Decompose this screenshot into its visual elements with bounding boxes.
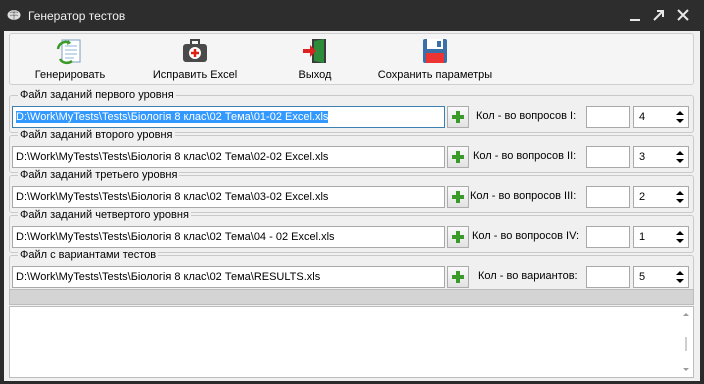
level-2-extra-field[interactable] — [586, 146, 630, 168]
exit-door-icon — [301, 37, 329, 65]
group-caption: Файл заданий четвертого уровня — [18, 209, 191, 221]
fix-excel-button[interactable]: Исправить Excel — [145, 34, 245, 86]
maximize-button[interactable] — [648, 5, 670, 25]
group-caption: Файл с вариантами тестов — [18, 249, 159, 261]
results-path-field[interactable]: D:\Work\MyTests\Tests\Біологія 8 клас\02… — [12, 266, 445, 288]
level-3-count-label: Кол - во вопросов III: — [470, 190, 577, 202]
title-bar: Генератор тестов — [0, 0, 704, 31]
plus-icon — [452, 111, 464, 123]
variants-extra-field[interactable] — [586, 266, 630, 288]
level-3-add-button[interactable] — [447, 186, 469, 208]
generate-label: Генерировать — [34, 69, 106, 81]
spinner-arrows-icon[interactable] — [674, 188, 686, 206]
minimize-button[interactable] — [624, 5, 646, 25]
save-params-button[interactable]: Сохранить параметры — [370, 34, 500, 86]
level-4-extra-field[interactable] — [586, 226, 630, 248]
variants-count-spinner[interactable]: 5 — [633, 266, 689, 288]
variants-count-label: Кол - во вариантов: — [478, 270, 578, 282]
save-params-label: Сохранить параметры — [377, 69, 493, 81]
level-1-extra-field[interactable] — [586, 106, 630, 128]
generate-button[interactable]: Генерировать — [30, 34, 110, 86]
level-1-count-label: Кол - во вопросов I: — [476, 110, 577, 122]
log-textarea[interactable] — [9, 306, 694, 378]
level-4-count-spinner[interactable]: 1 — [633, 226, 689, 248]
group-level-2: Файл заданий второго уровня D:\Work\MyTe… — [9, 129, 694, 173]
floppy-disk-icon — [421, 37, 449, 65]
level-1-count-spinner[interactable]: 4 — [633, 106, 689, 128]
level-1-add-button[interactable] — [447, 106, 469, 128]
group-caption: Файл заданий третьего уровня — [18, 169, 180, 181]
generate-icon — [56, 37, 84, 65]
plus-icon — [452, 151, 464, 163]
level-2-add-button[interactable] — [447, 146, 469, 168]
spinner-arrows-icon[interactable] — [674, 268, 686, 286]
progress-bar — [9, 289, 694, 305]
group-level-3: Файл заданий третьего уровня D:\Work\MyT… — [9, 169, 694, 213]
main-panel: Генерировать Исправить Excel Выход Сохра… — [4, 31, 700, 381]
spinner-arrows-icon[interactable] — [674, 108, 686, 126]
first-aid-kit-icon — [181, 37, 209, 65]
plus-icon — [452, 271, 464, 283]
exit-label: Выход — [298, 69, 332, 81]
results-add-button[interactable] — [447, 266, 469, 288]
brain-icon — [7, 9, 21, 21]
level-3-path-field[interactable]: D:\Work\MyTests\Tests\Біологія 8 клас\02… — [12, 186, 445, 208]
group-level-4: Файл заданий четвертого уровня D:\Work\M… — [9, 209, 694, 253]
group-caption: Файл заданий первого уровня — [18, 89, 176, 101]
spinner-arrows-icon[interactable] — [674, 228, 686, 246]
level-2-path-field[interactable]: D:\Work\MyTests\Tests\Біологія 8 клас\02… — [12, 146, 445, 168]
level-3-extra-field[interactable] — [586, 186, 630, 208]
level-2-count-spinner[interactable]: 3 — [633, 146, 689, 168]
group-caption: Файл заданий второго уровня — [18, 129, 175, 141]
group-variants: Файл с вариантами тестов D:\Work\MyTests… — [9, 249, 694, 293]
level-4-count-label: Кол - во вопросов IV: — [472, 230, 580, 242]
plus-icon — [452, 191, 464, 203]
level-4-add-button[interactable] — [447, 226, 469, 248]
exit-button[interactable]: Выход — [280, 34, 350, 86]
level-2-count-label: Кол - во вопросов II: — [473, 150, 577, 162]
window-title: Генератор тестов — [28, 9, 126, 23]
group-level-1: Файл заданий первого уровня D:\Work\MyTe… — [9, 89, 694, 133]
level-1-path-field[interactable]: D:\Work\MyTests\Tests\Біологія 8 клас\02… — [12, 106, 445, 128]
close-button[interactable] — [672, 5, 694, 25]
level-4-path-field[interactable]: D:\Work\MyTests\Tests\Біологія 8 клас\02… — [12, 226, 445, 248]
toolbar: Генерировать Исправить Excel Выход Сохра… — [9, 33, 694, 85]
spinner-arrows-icon[interactable] — [674, 148, 686, 166]
log-scrollbar[interactable] — [679, 307, 693, 377]
plus-icon — [452, 231, 464, 243]
fix-excel-label: Исправить Excel — [152, 69, 238, 81]
level-3-count-spinner[interactable]: 2 — [633, 186, 689, 208]
